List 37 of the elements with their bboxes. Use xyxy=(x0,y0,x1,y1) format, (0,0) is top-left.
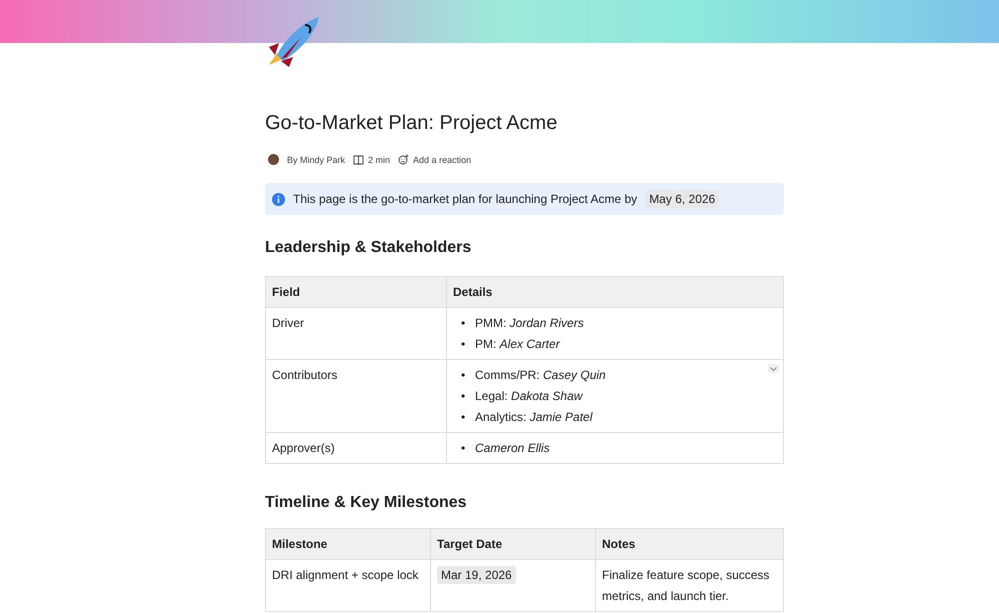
table-cell: Contributors xyxy=(266,360,446,432)
date-chip[interactable]: May 6, 2026 xyxy=(645,190,720,208)
bullet: • xyxy=(461,367,466,384)
bullet: • xyxy=(461,315,466,332)
dropdown-button[interactable] xyxy=(768,364,779,373)
table-cell: DRI alignment + scope lock xyxy=(266,560,430,612)
bullet: • xyxy=(461,440,466,457)
section-heading: Timeline & Key Milestones xyxy=(265,493,468,513)
column-header: Notes xyxy=(596,528,784,560)
smiley-icon xyxy=(398,154,410,165)
callout-text: This page is the go-to-market plan for launching Project Acme by xyxy=(293,192,638,206)
section-heading: Leadership & Stakeholders xyxy=(265,238,472,258)
table-cell: Driver xyxy=(266,308,446,360)
table-cell: Approver(s) xyxy=(266,432,446,464)
read-time: 2 min xyxy=(368,154,390,164)
add-reaction-button[interactable]: Add a reaction xyxy=(398,154,472,165)
column-header: Details xyxy=(446,276,784,308)
column-header: Milestone xyxy=(266,528,430,560)
author-name: By Mindy Park xyxy=(287,154,346,164)
bullet: • xyxy=(461,409,466,426)
info-icon xyxy=(272,192,285,206)
book-icon xyxy=(353,154,364,164)
list-item: PMM: Jordan Rivers xyxy=(475,315,585,332)
list-item: Comms/PR: Casey Quin xyxy=(475,367,607,384)
list-item: Cameron Ellis xyxy=(475,440,551,457)
list-item: PM: Alex Carter xyxy=(475,336,561,353)
list-item: Legal: Dakota Shaw xyxy=(475,388,584,405)
bullet: • xyxy=(461,336,466,353)
column-header: Field xyxy=(266,276,446,308)
column-header: Target Date xyxy=(430,528,596,560)
chevron-icon xyxy=(770,366,777,370)
list-item: Analytics: Jamie Patel xyxy=(475,409,594,426)
date-chip[interactable]: Mar 19, 2026 xyxy=(437,566,516,584)
avatar-icon xyxy=(268,154,279,165)
table-cell: Finalize feature scope, success metrics, and launch tier. xyxy=(596,560,784,612)
bullet: • xyxy=(461,388,466,405)
page-title: Go-to-Market Plan: Project Acme xyxy=(265,111,558,136)
